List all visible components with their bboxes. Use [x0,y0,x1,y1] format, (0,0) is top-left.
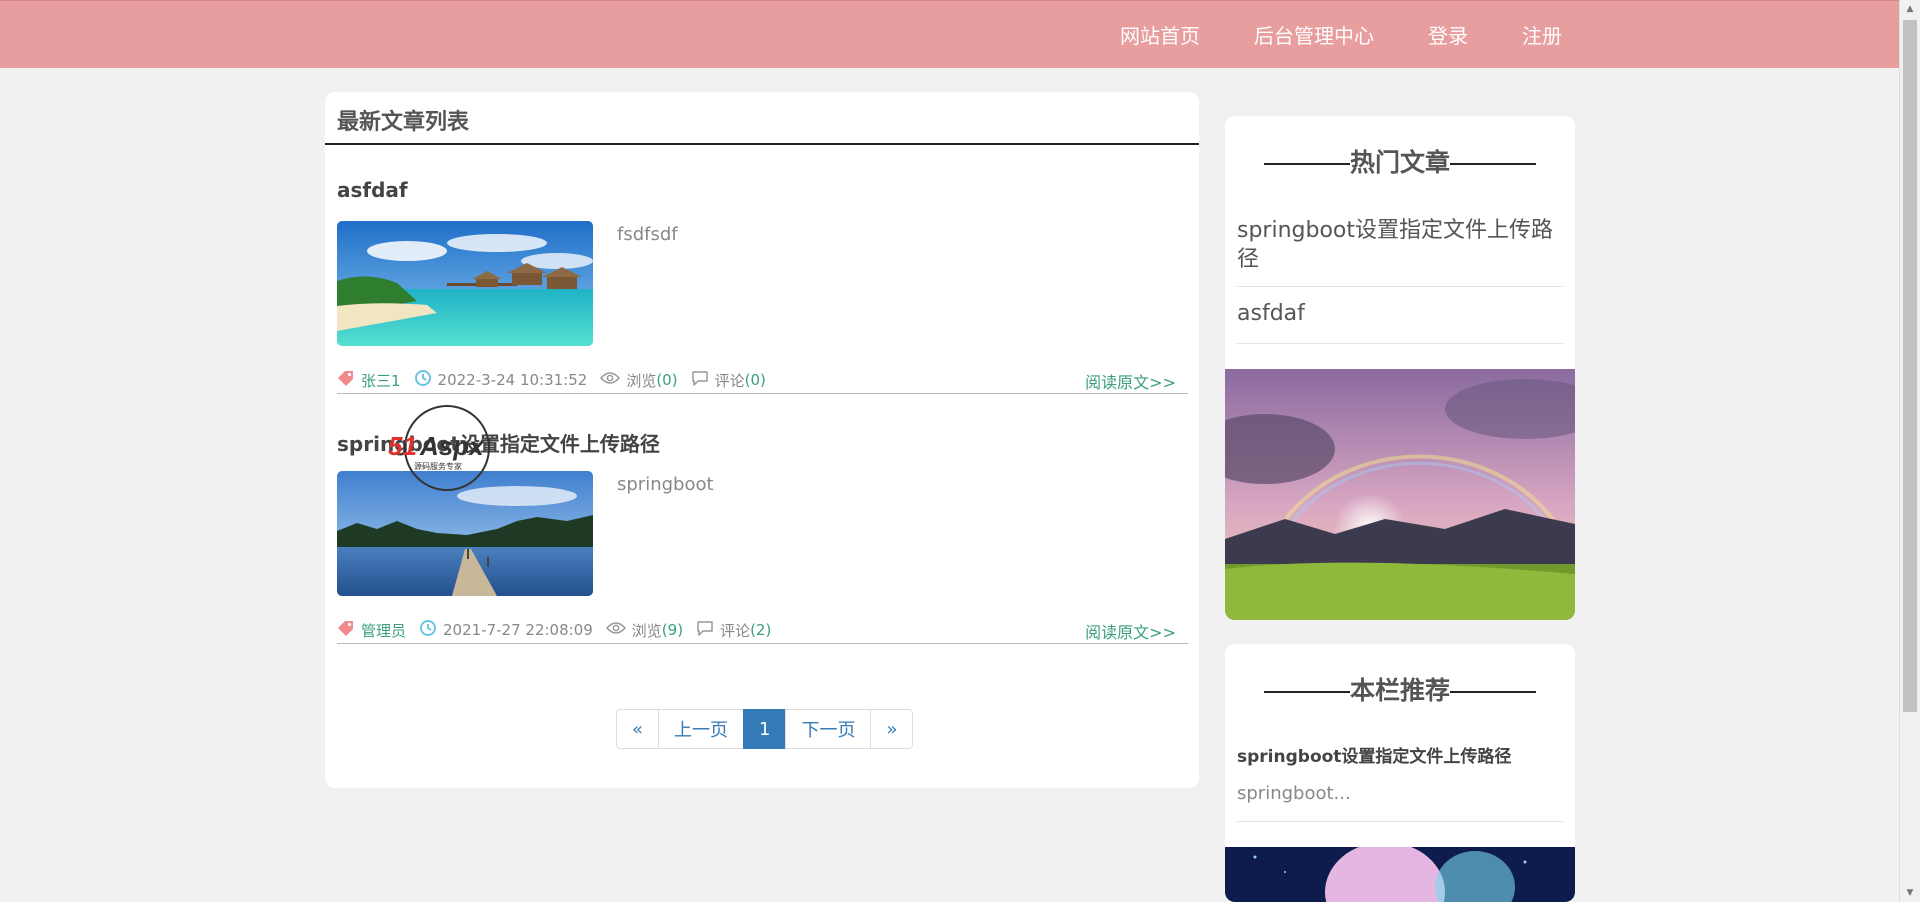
rainbow-landscape-image[interactable] [1225,369,1575,620]
title-divider [325,143,1199,145]
article-meta: 张三1 2022-3-24 10:31:52 浏览 (0) 评论 (0) 阅读原… [337,369,1188,393]
comments-label: 评论 [720,621,751,640]
svg-text:源码服务专家: 源码服务专家 [414,461,462,471]
last-page-button[interactable]: » [870,709,914,749]
article-title[interactable]: asfdaf [337,178,408,202]
article-author[interactable]: 管理员 [361,620,406,641]
next-page-button[interactable]: 下一页 [785,709,872,749]
scroll-down-arrow-icon[interactable]: ▼ [1900,884,1920,902]
nav-admin-center[interactable]: 后台管理中心 [1254,20,1374,49]
nav-register[interactable]: 注册 [1522,20,1562,49]
history-icon [414,369,432,391]
comments-label: 评论 [714,371,745,390]
top-nav-bar: 网站首页 后台管理中心 登录 注册 [0,0,1900,68]
views-label: 浏览 [631,621,662,640]
tropical-beach-image[interactable] [337,221,593,346]
comments-count: (0) [744,371,766,389]
hot-article-link[interactable]: springboot设置指定文件上传路径 [1237,216,1563,274]
article-date: 2022-3-24 10:31:52 [437,371,588,389]
hot-article-divider [1237,286,1563,287]
article-summary: fsdfsdf [617,224,678,245]
article-meta: 管理员 2021-7-27 22:08:09 浏览 (9) 评论 (2) 阅读原… [337,619,1188,643]
vertical-scrollbar[interactable]: ▲ ▼ [1899,0,1920,902]
heading-rule-left [1263,163,1350,165]
article-divider [337,643,1188,644]
views-label: 浏览 [626,371,657,390]
watermark-logo: 51 Aspx 源码服务专家 [386,403,496,493]
heading-rule-right [1450,163,1536,165]
article-divider [337,393,1188,394]
nav-login[interactable]: 登录 [1428,20,1468,49]
scrollbar-thumb[interactable] [1903,20,1917,712]
current-page-button[interactable]: 1 [743,709,787,749]
hot-articles-title: 热门文章 [1349,148,1450,177]
views-count: (9) [661,621,684,639]
main-nav: 网站首页 后台管理中心 登录 注册 [1120,1,1562,68]
anime-image[interactable] [1225,842,1575,902]
scroll-up-arrow-icon[interactable]: ▲ [1900,0,1920,18]
recommend-heading: 本栏推荐 [1225,671,1575,707]
article-summary: springboot [617,474,714,495]
comment-icon [696,620,714,640]
article-list-title: 最新文章列表 [337,110,470,135]
heading-rule-left [1263,691,1350,693]
eye-icon [605,621,626,639]
recommend-divider [1237,821,1563,822]
comment-icon [691,370,709,390]
article-author[interactable]: 张三1 [361,370,401,391]
article-date: 2021-7-27 22:08:09 [443,621,593,639]
recommend-title: 本栏推荐 [1349,676,1450,705]
hot-articles-heading: 热门文章 [1225,143,1575,179]
views-count: (0) [656,371,678,389]
eye-icon [600,371,621,389]
svg-text:51: 51 [388,431,417,461]
hot-article-link[interactable]: asfdaf [1237,299,1563,328]
read-more-link[interactable]: 阅读原文>> [1085,619,1176,643]
history-icon [419,619,437,641]
first-page-button[interactable]: « [616,709,660,749]
recommend-item-title[interactable]: springboot设置指定文件上传路径 [1237,742,1511,767]
nav-home[interactable]: 网站首页 [1120,20,1200,49]
tag-icon [337,620,355,640]
prev-page-button[interactable]: 上一页 [658,709,745,749]
recommend-item-summary: springboot... [1237,783,1351,804]
tag-icon [337,370,355,390]
heading-rule-right [1450,691,1536,693]
hot-article-divider [1237,343,1563,344]
svg-text:Aspx: Aspx [419,431,485,461]
comments-count: (2) [750,621,772,639]
pagination: « 上一页 1 下一页 » [616,709,914,749]
hot-articles-card: 热门文章 springboot设置指定文件上传路径 asfdaf [1225,116,1575,620]
recommend-card: 本栏推荐 springboot设置指定文件上传路径 springboot... [1225,644,1575,902]
read-more-link[interactable]: 阅读原文>> [1085,369,1176,393]
